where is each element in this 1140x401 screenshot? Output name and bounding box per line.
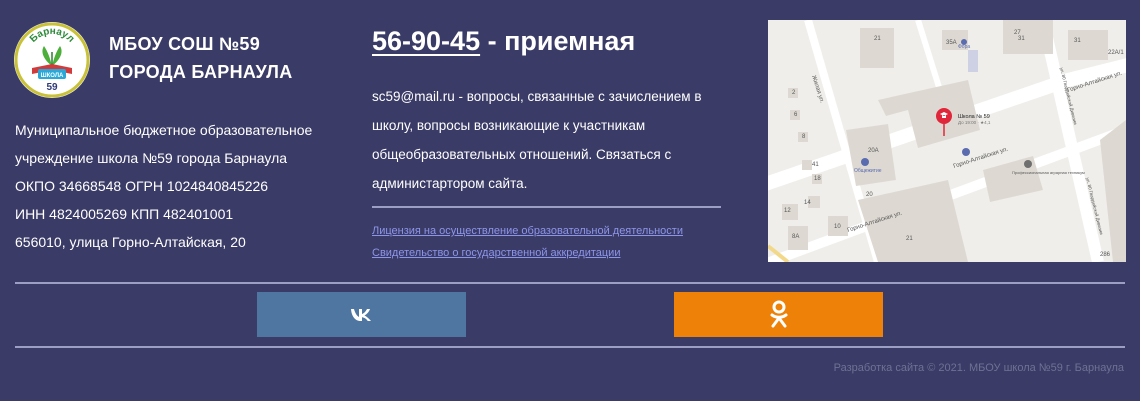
school-info-line: учреждение школа №59 города Барнаула <box>15 150 288 166</box>
map-house-number: 21 <box>906 236 913 242</box>
dormitory-marker-icon <box>861 158 869 166</box>
school-name-line2: ГОРОДА БАРНАУЛА <box>109 62 293 82</box>
contact-divider <box>372 206 721 208</box>
map-house-number: 12 <box>784 208 791 214</box>
contact-text-line: sc59@mail.ru - вопросы, связанные с зачи… <box>372 89 702 104</box>
map-house-number: 10 <box>834 224 841 230</box>
school-logo[interactable]: Барнаул ШКОЛА 59 <box>14 22 90 98</box>
footer-divider-bottom <box>15 346 1125 348</box>
accreditation-link[interactable]: Свидетельство о государственной аккредит… <box>372 242 683 264</box>
logo-number: 59 <box>46 82 58 93</box>
ok-button[interactable] <box>674 292 883 337</box>
school-info-line: 656010, улица Горно-Алтайская, 20 <box>15 234 246 250</box>
map-canvas: Школа № 59 До 19:00 · ★4,1 Горно-Алтайск… <box>768 20 1126 262</box>
logo-banner-text: ШКОЛА <box>41 73 64 79</box>
school-info-line: Муниципальное бюджетное образовательное <box>15 122 313 138</box>
map-house-number: 20 <box>866 192 873 198</box>
college-icon <box>1024 160 1032 168</box>
map-house-number: 14 <box>804 200 811 206</box>
map-house-number: 35А <box>946 40 957 46</box>
vk-button[interactable] <box>257 292 466 337</box>
phone-link[interactable]: 56-90-45 <box>372 26 480 56</box>
map-poi-label: Профессиональная аграрная техникум <box>1012 170 1085 175</box>
map-house-number: 31 <box>1074 38 1081 44</box>
footer-divider-top <box>15 282 1125 284</box>
ok-icon <box>770 300 787 327</box>
map-poi-label: Фора <box>958 44 970 50</box>
map-house-number: 286 <box>1100 252 1111 258</box>
map-house-number: 31 <box>1018 36 1025 42</box>
phone-heading: 56-90-45 - приемная <box>372 26 635 57</box>
map-house-number: 21 <box>874 36 881 42</box>
school-name: МБОУ СОШ №59 ГОРОДА БАРНАУЛА <box>109 30 349 86</box>
map-house-number: 41 <box>812 162 819 168</box>
contact-text-line: общеобразовательных отношений. Связаться… <box>372 147 672 162</box>
map-pin-subtitle: До 19:00 · ★4,1 <box>958 120 991 125</box>
school-logo-emblem-icon: Барнаул ШКОЛА 59 <box>14 22 90 98</box>
phone-suffix: - приемная <box>480 26 636 56</box>
map-poi-label: Общежитие <box>854 168 882 174</box>
license-link[interactable]: Лицензия на осуществление образовательно… <box>372 220 683 242</box>
map-house-number: 22А/1 <box>1108 50 1124 56</box>
school-name-line1: МБОУ СОШ №59 <box>109 34 261 54</box>
map-house-number: 18 <box>814 176 821 182</box>
contact-text: sc59@mail.ru - вопросы, связанные с зачи… <box>372 82 732 198</box>
vk-icon <box>350 308 371 321</box>
map-house-number: 20А <box>868 148 879 154</box>
school-info-line: ИНН 4824005269 КПП 482401001 <box>15 206 234 222</box>
school-info: Муниципальное бюджетное образовательное … <box>15 116 355 256</box>
footer-copyright: Разработка сайта © 2021. МБОУ школа №59 … <box>833 362 1124 374</box>
map-house-number: 8А <box>792 234 799 240</box>
document-links: Лицензия на осуществление образовательно… <box>372 220 683 264</box>
contact-text-line: школу, вопросы возникающие к участникам <box>372 118 646 133</box>
dormitory-icon <box>962 148 970 156</box>
contact-text-line: администартором сайта. <box>372 176 528 191</box>
location-map[interactable]: Школа № 59 До 19:00 · ★4,1 Горно-Алтайск… <box>768 20 1126 262</box>
school-info-line: ОКПО 34668548 ОГРН 1024840845226 <box>15 178 269 194</box>
